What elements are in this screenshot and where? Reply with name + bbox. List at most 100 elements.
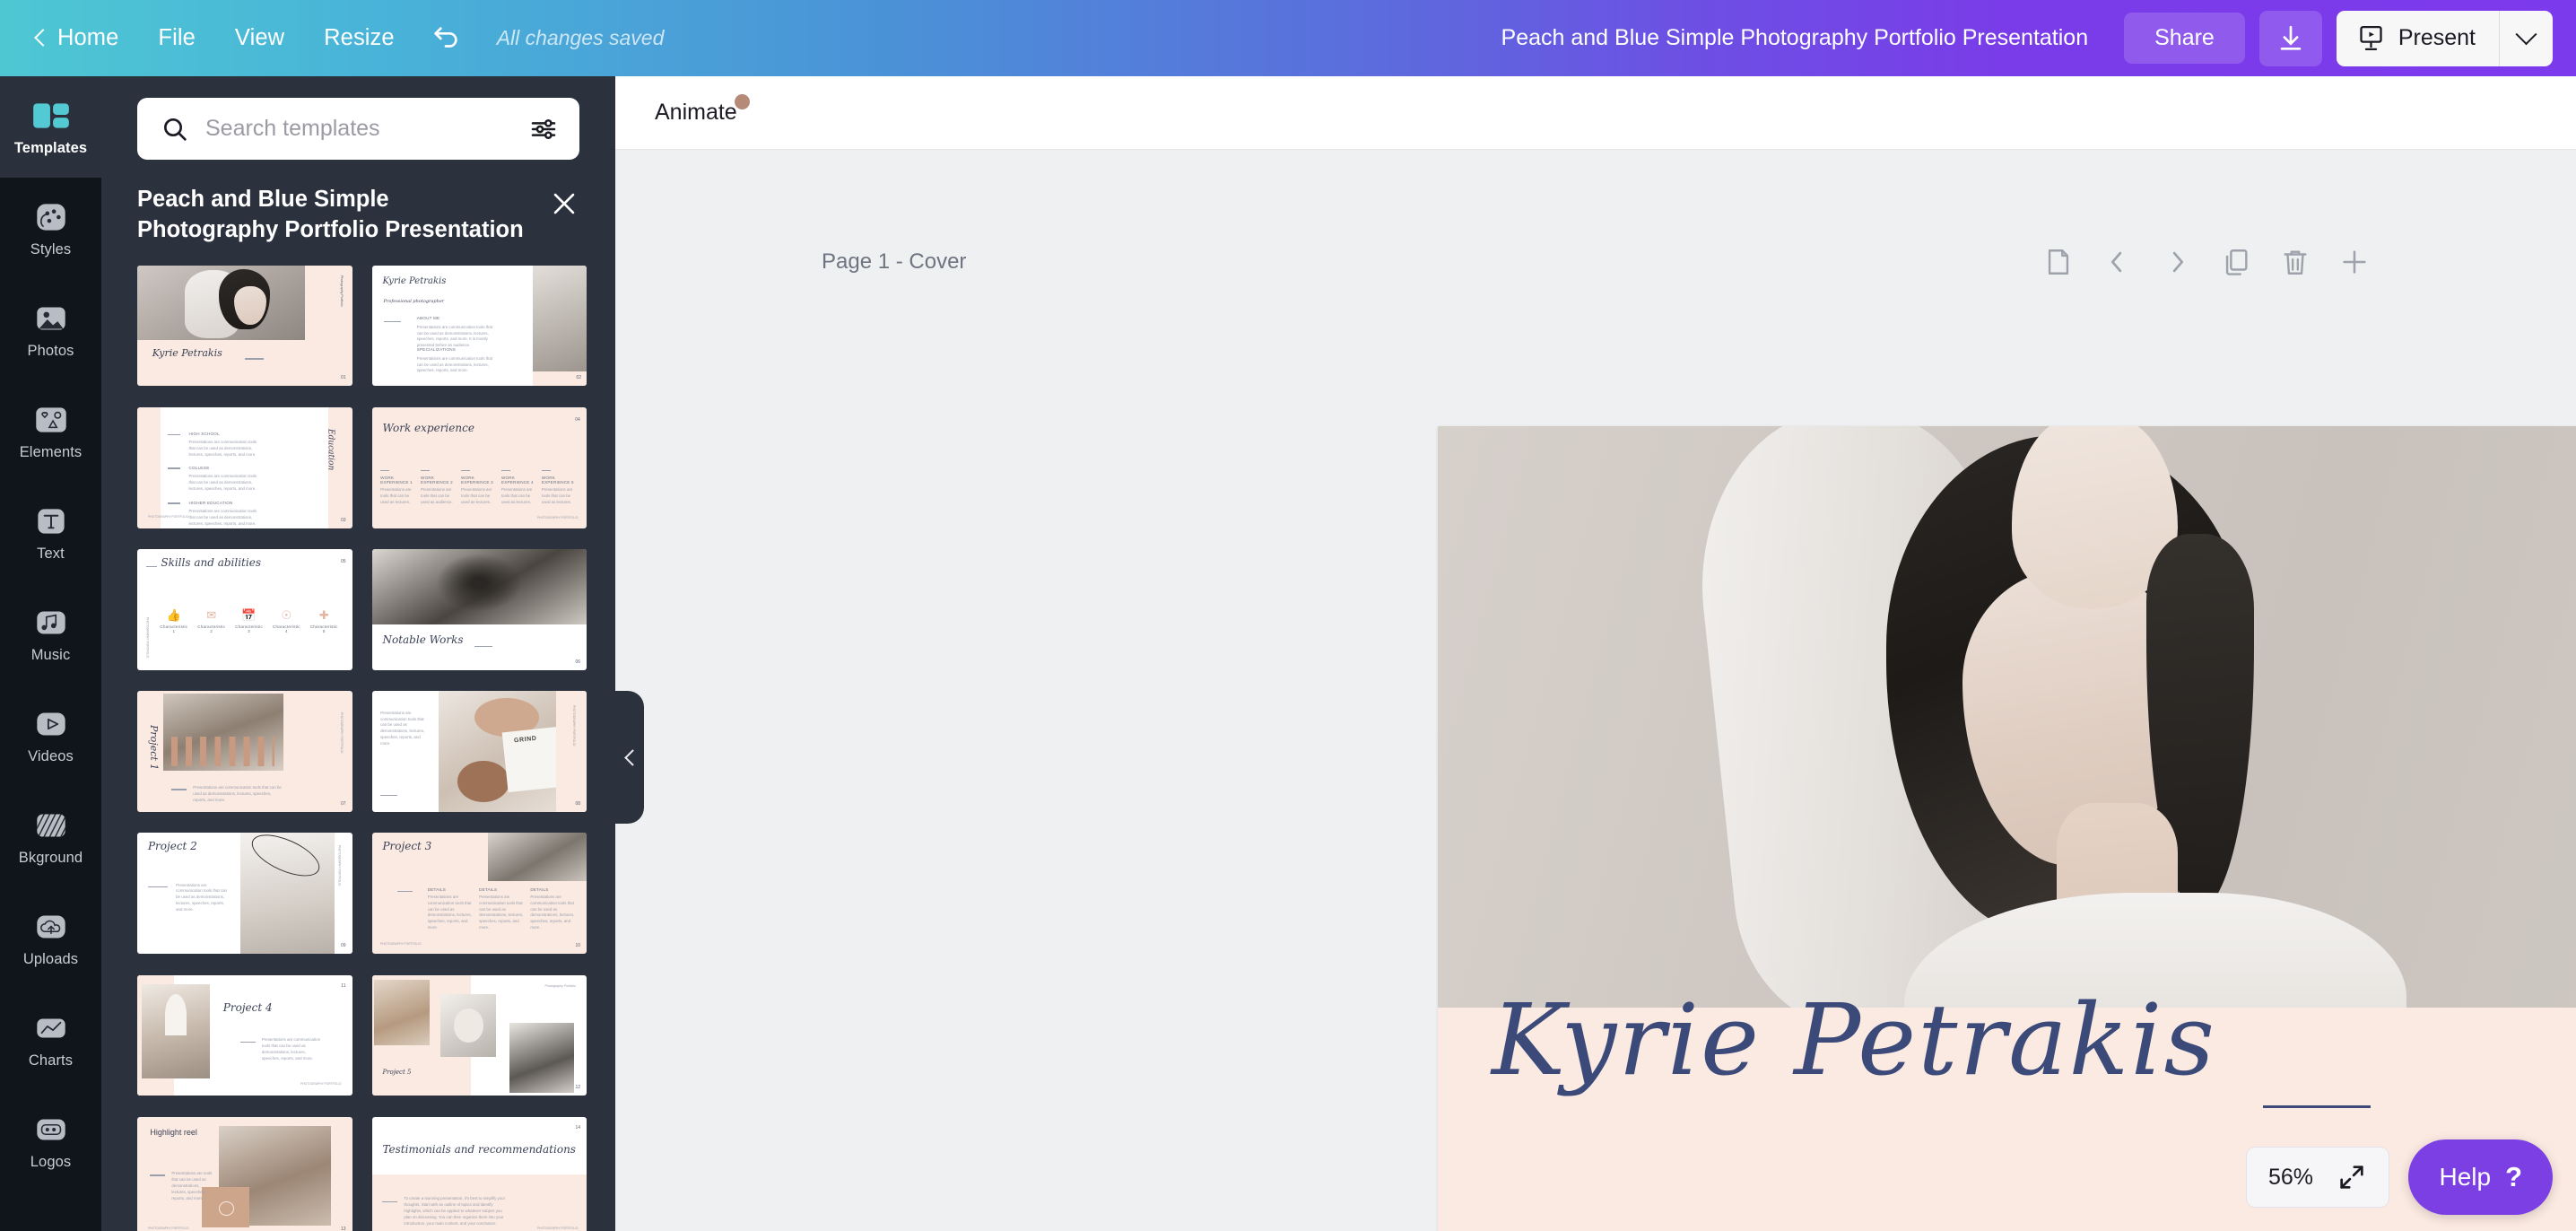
sidebar-item-label: Uploads (22, 950, 79, 967)
slide-canvas[interactable]: Photography Portfolio Kyrie Petrakis 01 (1438, 426, 2576, 1231)
thumb-page-number: 03 (340, 517, 346, 523)
slide-signature-text[interactable]: Kyrie Petrakis (1492, 982, 2216, 1097)
template-thumbnail[interactable]: HIGH SCHOOL Presentations are communicat… (137, 406, 352, 528)
share-button[interactable]: Share (2124, 13, 2245, 64)
notes-icon[interactable] (2043, 247, 2074, 277)
template-thumbnail[interactable]: Kyrie Petrakis Photography Portfolio 01 (137, 265, 352, 387)
template-thumbnail[interactable]: Work experience WORK EXPERIENCE 1 Present… (371, 406, 587, 528)
download-button[interactable] (2258, 10, 2322, 66)
thumb-col: WORK EXPERIENCE 4 (500, 476, 534, 485)
page-header: Page 1 - Cover (822, 235, 2370, 289)
thumb-sub: Professional photographer (383, 299, 445, 305)
undo-icon (434, 26, 457, 48)
palette-icon (36, 203, 65, 231)
home-label: Home (57, 25, 119, 50)
sidebar-item-photos[interactable]: Photos (0, 279, 101, 380)
sidebar-item-text[interactable]: Text (0, 482, 101, 583)
template-thumbnail[interactable]: Notable Works 06 (371, 549, 587, 670)
thumb-col: WORK EXPERIENCE 3 (460, 476, 493, 485)
chevron-left-icon[interactable] (2102, 247, 2133, 277)
search-input[interactable] (205, 116, 513, 142)
undo-button[interactable] (414, 16, 477, 61)
thumb-title: Project 3 (382, 840, 432, 853)
thumb-title: Notable Works (382, 633, 464, 647)
sidebar-item-bkground[interactable]: Bkground (0, 786, 101, 887)
sidebar-item-label: Charts (28, 1052, 74, 1069)
template-thumbnail[interactable]: Highlight reel Presentations are tools t… (137, 1116, 352, 1231)
top-toolbar: Home File View Resize All changes saved … (0, 0, 2576, 76)
sidebar-item-label: Templates (13, 139, 88, 156)
slide-divider-rule (2263, 1105, 2371, 1108)
sidebar-item-label: Music (30, 646, 71, 663)
present-dropdown-button[interactable] (2499, 10, 2553, 66)
thumb-col: DETAILS (479, 886, 498, 892)
thumb-page-number: 14 (575, 1125, 580, 1131)
search-box[interactable] (137, 98, 579, 160)
template-thumbnail[interactable]: GRIND Presentations are communication to… (371, 691, 587, 812)
trash-icon[interactable] (2280, 247, 2311, 277)
menu-file[interactable]: File (138, 16, 215, 60)
thumb-col: DETAILS (427, 886, 446, 892)
thumb-page-number: 06 (575, 659, 580, 665)
close-x-icon[interactable] (549, 188, 579, 219)
template-thumbnail[interactable]: Testimonials and recommendations To crea… (371, 1116, 587, 1231)
thumb-foot: PHOTOGRAPHY PORTFOLIO (147, 1227, 189, 1231)
cloud-upload-icon (36, 914, 65, 939)
sliders-filter-icon[interactable] (529, 115, 558, 144)
animate-button[interactable]: Animate (640, 89, 752, 136)
template-grid: Kyrie Petrakis Photography Portfolio 01 … (101, 265, 615, 1231)
canvas-toolbar: Animate (615, 76, 2576, 150)
help-label: Help (2439, 1163, 2492, 1191)
present-button[interactable]: Present (2337, 11, 2499, 66)
sidebar-item-label: Text (37, 545, 65, 562)
sidebar-item-label: Logos (30, 1153, 72, 1170)
hatch-pattern-icon (36, 813, 65, 837)
sidebar-item-logos[interactable]: Logos (0, 1090, 101, 1192)
template-thumbnail[interactable]: Project 5 Photography Portfolio 12 (371, 974, 587, 1096)
thumb-title: Project 1 (147, 724, 160, 771)
help-button[interactable]: Help ? (2408, 1139, 2553, 1215)
thumb-side: Photography Portfolio (544, 984, 577, 989)
duplicate-icon[interactable] (2221, 247, 2251, 277)
slide-photo[interactable] (1438, 426, 2576, 1008)
page-label[interactable]: Page 1 - Cover (822, 249, 966, 275)
sidebar-item-music[interactable]: Music (0, 583, 101, 685)
menu-view[interactable]: View (215, 16, 304, 60)
thumb-h2: COLLEGE (188, 465, 210, 470)
present-control: Present (2336, 10, 2553, 66)
template-thumbnail[interactable]: Project 2 Presentations are communicatio… (137, 833, 352, 954)
template-thumbnail[interactable]: Skills and abilities 👍 Characteristic 1 ✉… (137, 549, 352, 670)
thumb-page-number: 10 (575, 942, 580, 948)
thumb-col: Characteristic 3 (235, 624, 263, 634)
document-title[interactable]: Peach and Blue Simple Photography Portfo… (1501, 25, 2089, 51)
menu-resize[interactable]: Resize (304, 16, 414, 60)
thumb-side: PHOTOGRAPHY PORTFOLIO (339, 712, 344, 754)
sidebar-item-uploads[interactable]: Uploads (0, 887, 101, 989)
zoom-control[interactable]: 56% (2245, 1147, 2389, 1208)
thumb-title: Project 4 (222, 1001, 273, 1015)
thumb-foot: PHOTOGRAPHY PORTFOLIO (147, 514, 189, 519)
template-thumbnail[interactable]: Project 1 Presentations are communicatio… (137, 691, 352, 812)
sidebar-item-charts[interactable]: Charts (0, 989, 101, 1090)
thumb-h1: ABOUT ME (416, 316, 440, 321)
home-button[interactable]: Home (25, 16, 138, 60)
panel-collapse-handle[interactable] (615, 691, 644, 824)
sidebar-item-elements[interactable]: Elements (0, 380, 101, 482)
plus-icon[interactable] (2339, 247, 2370, 277)
left-rail: Templates Styles Photos Elements Text Mu… (0, 76, 101, 1231)
chevron-right-icon[interactable] (2162, 247, 2192, 277)
template-thumbnail[interactable]: Project 4 Presentations are communicatio… (137, 974, 352, 1096)
thumb-col: WORK EXPERIENCE 2 (421, 476, 453, 485)
search-icon (164, 118, 187, 141)
sidebar-item-styles[interactable]: Styles (0, 178, 101, 279)
chevron-left-icon (623, 748, 641, 766)
image-icon (36, 306, 65, 330)
sidebar-item-templates[interactable]: Templates (0, 76, 101, 178)
template-thumbnail[interactable]: Kyrie Petrakis Professional photographer… (371, 265, 587, 387)
expand-arrows-icon[interactable] (2337, 1162, 2367, 1192)
template-thumbnail[interactable]: Project 3 DETAILS Presentations are commu… (371, 833, 587, 954)
sidebar-item-videos[interactable]: Videos (0, 685, 101, 786)
thumb-col: WORK EXPERIENCE 1 (380, 476, 413, 485)
thumb-page-number: 13 (340, 1227, 346, 1231)
save-status: All changes saved (496, 26, 665, 49)
